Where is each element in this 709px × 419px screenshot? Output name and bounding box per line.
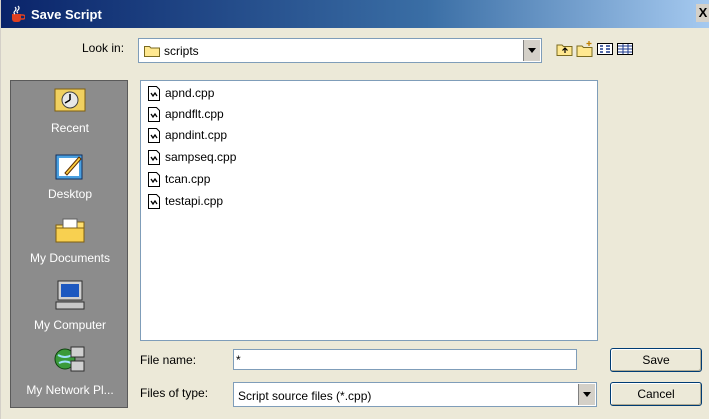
list-view-icon[interactable]: [596, 40, 614, 58]
my-network-icon: [54, 346, 85, 372]
window-title: Save Script: [31, 6, 102, 22]
cpp-file-icon: [148, 85, 160, 101]
places-bar: Recent Desktop My Documents My Computer …: [10, 80, 128, 408]
file-name: apndint.cpp: [165, 128, 228, 142]
file-list[interactable]: apnd.cpp apndflt.cpp apndint.cpp sampseq…: [140, 80, 598, 341]
file-toolbar: [556, 40, 634, 58]
look-in-value: scripts: [164, 44, 199, 58]
desktop-icon: [55, 154, 83, 180]
new-folder-icon[interactable]: [576, 40, 594, 58]
place-label: Recent: [50, 121, 90, 135]
details-view-icon[interactable]: [616, 40, 634, 58]
look-in-dropdown-arrow[interactable]: [523, 40, 540, 61]
place-recent[interactable]: Recent: [11, 85, 129, 135]
place-label: Desktop: [47, 187, 93, 201]
look-in-combo[interactable]: scripts: [138, 38, 542, 63]
list-item[interactable]: tcan.cpp: [147, 169, 210, 189]
file-name: testapi.cpp: [165, 194, 224, 208]
list-item[interactable]: testapi.cpp: [147, 191, 223, 211]
my-documents-icon: [55, 218, 85, 243]
cancel-button[interactable]: Cancel: [610, 382, 702, 406]
files-of-type-value: Script source files (*.cpp): [238, 389, 372, 403]
cpp-file-icon: [148, 149, 160, 165]
place-my-documents[interactable]: My Documents: [11, 215, 129, 265]
place-label: My Computer: [33, 318, 107, 332]
list-item[interactable]: sampseq.cpp: [147, 147, 236, 167]
place-my-computer[interactable]: My Computer: [11, 278, 129, 332]
save-button[interactable]: Save: [610, 348, 702, 372]
list-item[interactable]: apndint.cpp: [147, 125, 227, 145]
files-of-type-label: Files of type:: [140, 386, 209, 400]
list-item[interactable]: apnd.cpp: [147, 83, 214, 103]
file-name-input[interactable]: [233, 349, 577, 370]
file-name-label: File name:: [140, 353, 197, 367]
recent-icon: [54, 88, 86, 112]
files-of-type-dropdown-arrow[interactable]: [578, 384, 595, 405]
file-name: sampseq.cpp: [165, 150, 237, 164]
title-bar[interactable]: Save Script X: [1, 0, 709, 28]
file-name: apnd.cpp: [165, 86, 215, 100]
list-item[interactable]: apndflt.cpp: [147, 104, 224, 124]
place-label: My Network Pl...: [26, 383, 114, 397]
save-script-dialog: Save Script X Look in: scripts Recent De…: [0, 0, 709, 419]
look-in-label: Look in:: [82, 41, 125, 55]
close-button[interactable]: X: [696, 4, 709, 22]
place-label: My Documents: [29, 251, 111, 265]
cpp-file-icon: [148, 171, 160, 187]
my-computer-icon: [55, 280, 85, 310]
cpp-file-icon: [148, 193, 160, 209]
place-my-network[interactable]: My Network Pl...: [11, 343, 129, 397]
up-folder-icon[interactable]: [556, 40, 574, 58]
files-of-type-combo[interactable]: Script source files (*.cpp): [233, 382, 597, 407]
file-name: apndflt.cpp: [165, 107, 224, 121]
java-cup-icon: [12, 5, 25, 22]
folder-icon: [144, 46, 160, 57]
place-desktop[interactable]: Desktop: [11, 149, 129, 201]
cpp-file-icon: [148, 127, 160, 143]
cpp-file-icon: [148, 106, 160, 122]
file-name: tcan.cpp: [165, 172, 211, 186]
